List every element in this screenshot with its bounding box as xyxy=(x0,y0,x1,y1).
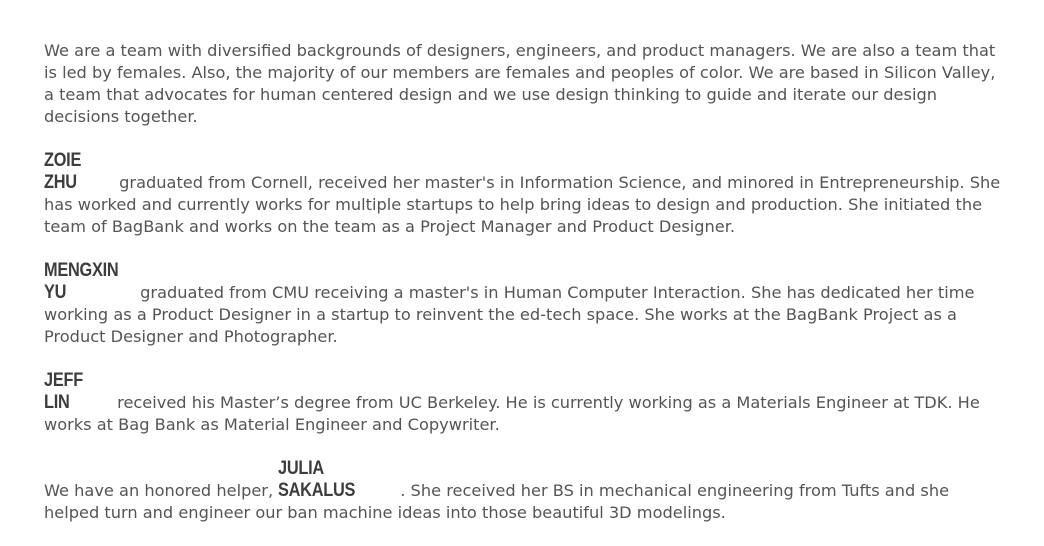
helper-paragraph: We have an honored helper, JULIA SAKALUS… xyxy=(44,458,1009,524)
member-name: ZOIE ZHU xyxy=(44,150,82,193)
member-bio: ZOIE ZHU graduated from Cornell, receive… xyxy=(44,150,1009,238)
member-name: JEFF LIN xyxy=(44,370,83,413)
member-bio: MENGXIN YU graduated from CMU receiving … xyxy=(44,260,1009,348)
intro-paragraph: We are a team with diversified backgroun… xyxy=(44,41,996,126)
team-description: We are a team with diversified backgroun… xyxy=(44,40,1009,546)
member-bio-text: graduated from Cornell, received her mas… xyxy=(44,173,1001,236)
member-bio-text: graduated from CMU receiving a master's … xyxy=(44,283,975,346)
helper-name: JULIA SAKALUS xyxy=(278,458,356,501)
member-bio-text: received his Master’s degree from UC Ber… xyxy=(44,393,980,434)
member-bio: JEFF LIN received his Master’s degree fr… xyxy=(44,370,1009,436)
member-name: MENGXIN YU xyxy=(44,260,119,303)
helper-prefix: We have an honored helper, xyxy=(44,481,279,500)
